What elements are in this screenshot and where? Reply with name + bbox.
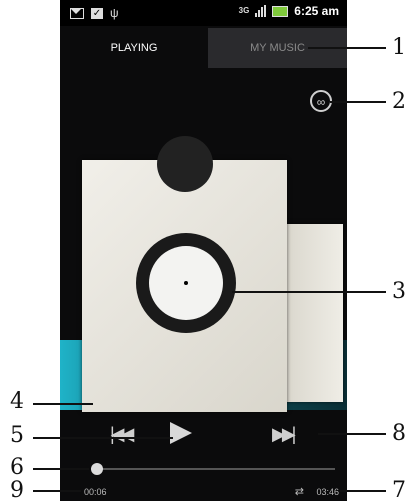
status-bar: ✓ ψ 3G 6:25 am — [60, 0, 347, 26]
callout-line-5 — [33, 437, 173, 439]
callout-2: 2 — [392, 89, 406, 114]
network-type: 3G — [238, 6, 250, 15]
callout-9: 9 — [10, 478, 24, 503]
callout-line-2 — [330, 101, 386, 103]
callout-5: 5 — [10, 423, 24, 448]
spindle-hole — [184, 281, 188, 285]
callout-8: 8 — [392, 421, 406, 446]
previous-icon[interactable]: |◀◀ — [110, 424, 134, 445]
signal-icon — [255, 5, 267, 17]
callout-6: 6 — [10, 455, 24, 480]
record-label — [149, 246, 223, 320]
repeat-icon[interactable]: ⇄ — [295, 485, 304, 498]
callout-line-1 — [308, 47, 386, 49]
callout-1: 1 — [392, 35, 406, 60]
callout-line-9 — [33, 490, 81, 492]
tab-bar: PLAYING MY MUSIC — [60, 28, 347, 68]
callout-4: 4 — [10, 389, 24, 414]
mail-icon — [70, 7, 84, 19]
duration: 03:46 — [316, 487, 339, 497]
check-icon: ✓ — [91, 7, 103, 19]
callout-7: 7 — [392, 478, 406, 503]
usb-icon: ψ — [110, 6, 119, 20]
next-album-art[interactable] — [283, 224, 343, 402]
progress-bar[interactable] — [91, 463, 335, 475]
tab-playing[interactable]: PLAYING — [60, 28, 208, 68]
play-icon[interactable] — [170, 422, 192, 444]
callout-line-6 — [33, 468, 89, 470]
next-icon[interactable]: ▶▶| — [272, 424, 296, 445]
vinyl-edge — [157, 136, 213, 192]
progress-knob[interactable] — [91, 463, 104, 475]
callout-line-8 — [318, 433, 386, 435]
callout-line-4 — [33, 403, 93, 405]
clock: 6:25 am — [294, 4, 339, 18]
battery-icon — [272, 5, 289, 17]
infinite-icon[interactable]: ∞ — [310, 90, 332, 112]
phone-screen: ✓ ψ 3G 6:25 am PLAYING MY MUSIC ∞ |◀◀ ▶▶… — [60, 0, 347, 501]
vinyl-disc — [136, 233, 236, 333]
album-art[interactable] — [82, 136, 287, 412]
callout-line-7 — [340, 490, 386, 492]
elapsed-time: 00:06 — [84, 487, 107, 497]
callout-line-3 — [232, 291, 386, 293]
callout-3: 3 — [392, 279, 406, 304]
